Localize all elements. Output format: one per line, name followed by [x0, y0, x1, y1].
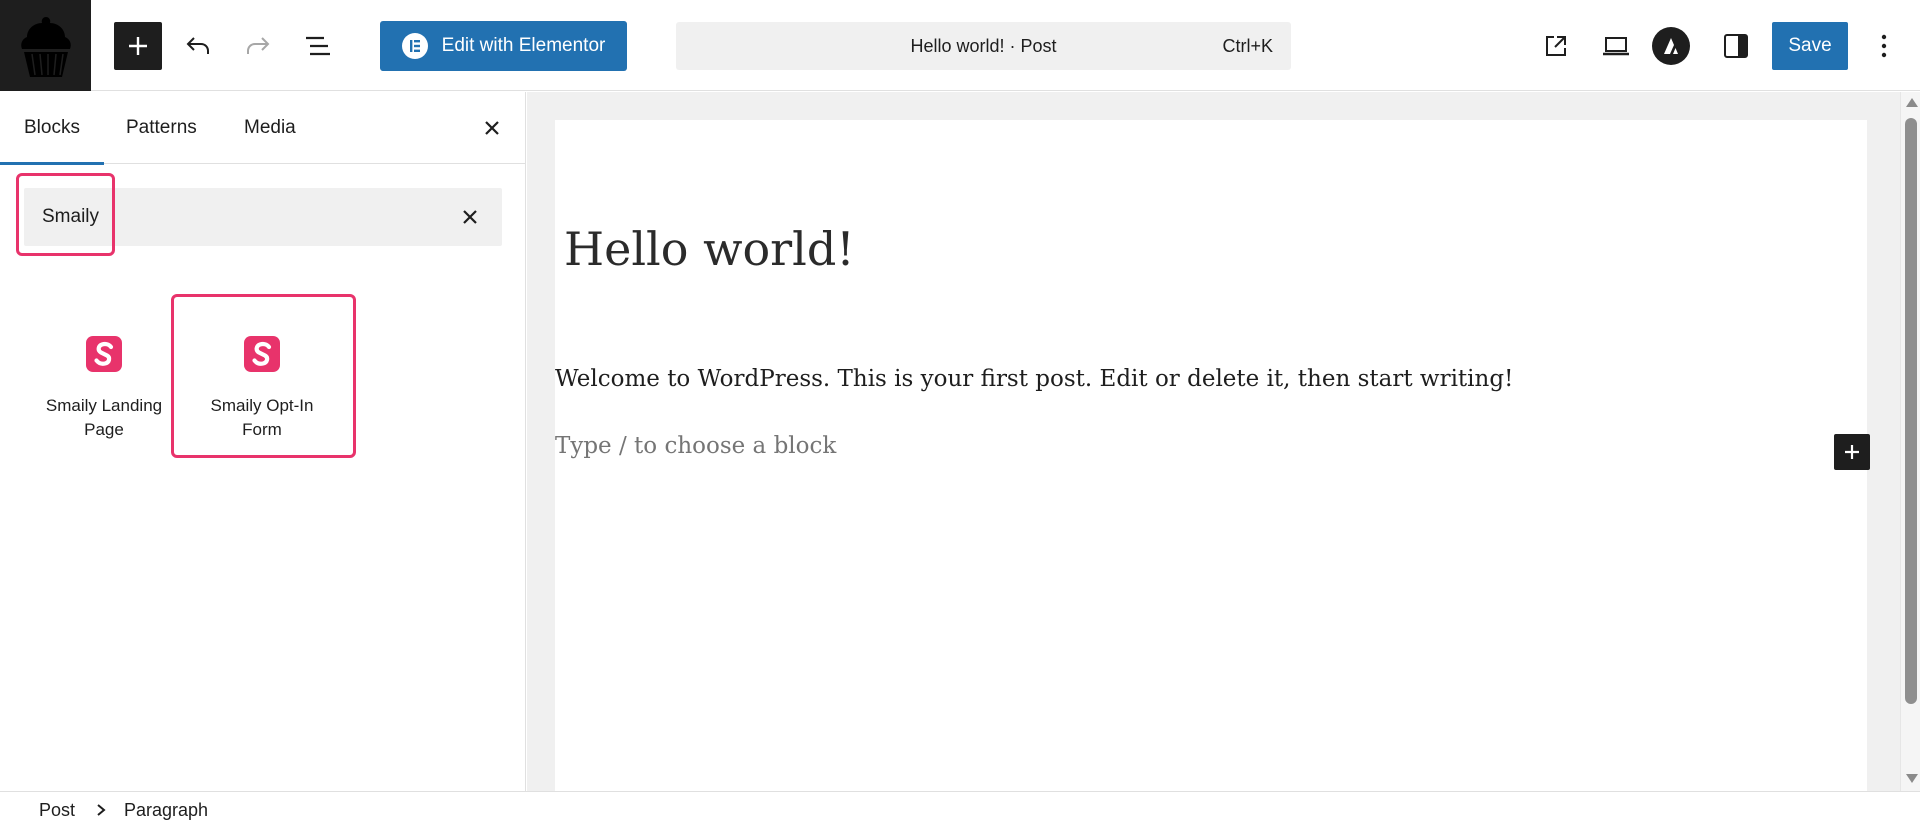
document-title: Hello world! · Post	[910, 36, 1057, 56]
post-content-area: Hello world! Welcome to WordPress. This …	[555, 120, 1870, 791]
canvas-scrollbar[interactable]	[1900, 92, 1920, 791]
cupcake-icon	[20, 16, 71, 77]
scrollbar-thumb[interactable]	[1905, 118, 1917, 704]
paragraph-block[interactable]: Welcome to WordPress. This is your first…	[555, 366, 1513, 392]
empty-block-placeholder[interactable]: Type / to choose a block	[555, 433, 836, 459]
editor-header: Edit with Elementor Hello world! · Post …	[0, 0, 1920, 91]
edit-with-elementor-button[interactable]: Edit with Elementor	[380, 21, 627, 71]
block-item-smaily-landing-page[interactable]: Smaily Landing Page	[24, 312, 184, 452]
smaily-s-icon	[86, 336, 122, 372]
save-button[interactable]: Save	[1772, 22, 1848, 70]
inserter-tabs: Blocks Patterns Media	[0, 92, 525, 165]
elementor-button-label: Edit with Elementor	[441, 35, 606, 56]
document-overview-button[interactable]	[294, 22, 342, 70]
breadcrumb-paragraph[interactable]: Paragraph	[124, 800, 208, 821]
block-item-smaily-opt-in-form[interactable]: Smaily Opt-In Form	[182, 312, 342, 452]
undo-icon	[186, 37, 209, 54]
close-icon	[463, 210, 477, 224]
smaily-s-icon	[244, 336, 280, 372]
block-search-input[interactable]	[24, 188, 444, 246]
block-item-label: Smaily Opt-In Form	[210, 396, 314, 439]
keyboard-shortcut: Ctrl+K	[1222, 36, 1273, 56]
desktop-preview-icon	[1603, 37, 1629, 56]
chevron-right-icon	[97, 804, 106, 816]
add-block-button[interactable]	[1834, 434, 1870, 470]
tab-blocks[interactable]: Blocks	[0, 92, 104, 165]
close-inserter-button[interactable]	[468, 104, 516, 152]
post-title[interactable]: Hello world!	[564, 222, 855, 276]
site-logo-button[interactable]	[0, 0, 91, 91]
close-icon	[485, 121, 499, 135]
astra-settings-button[interactable]	[1652, 27, 1690, 65]
preview-device-button[interactable]	[1592, 22, 1640, 70]
list-view-icon	[306, 36, 330, 56]
editor-canvas: Hello world! Welcome to WordPress. This …	[527, 92, 1900, 791]
tab-patterns[interactable]: Patterns	[102, 92, 221, 164]
scroll-up-arrow-icon[interactable]	[1906, 98, 1918, 107]
block-breadcrumb: Post Paragraph	[0, 791, 1920, 827]
command-palette-trigger[interactable]: Hello world! · Post Ctrl+K	[676, 22, 1291, 70]
block-inserter-toggle[interactable]	[114, 22, 162, 70]
block-inserter-panel: Blocks Patterns Media Smaily Landing Pag…	[0, 92, 526, 791]
view-post-button[interactable]	[1532, 22, 1580, 70]
clear-search-button[interactable]	[446, 193, 494, 241]
breadcrumb-post[interactable]: Post	[39, 800, 75, 821]
options-menu-button[interactable]	[1860, 22, 1908, 70]
tab-media[interactable]: Media	[220, 92, 320, 164]
elementor-icon	[401, 33, 428, 59]
plus-icon	[129, 37, 147, 55]
redo-icon	[247, 37, 270, 54]
plus-icon	[1845, 445, 1859, 459]
redo-button[interactable]	[234, 22, 282, 70]
block-item-label: Smaily Landing Page	[45, 396, 163, 439]
sidebar-settings-icon	[1724, 34, 1748, 58]
more-vertical-icon	[1881, 34, 1887, 58]
scroll-down-arrow-icon[interactable]	[1906, 774, 1918, 783]
settings-sidebar-toggle[interactable]	[1712, 22, 1760, 70]
undo-button[interactable]	[174, 22, 222, 70]
external-link-icon	[1546, 36, 1566, 56]
block-search	[24, 188, 502, 246]
astra-icon	[1664, 38, 1678, 54]
